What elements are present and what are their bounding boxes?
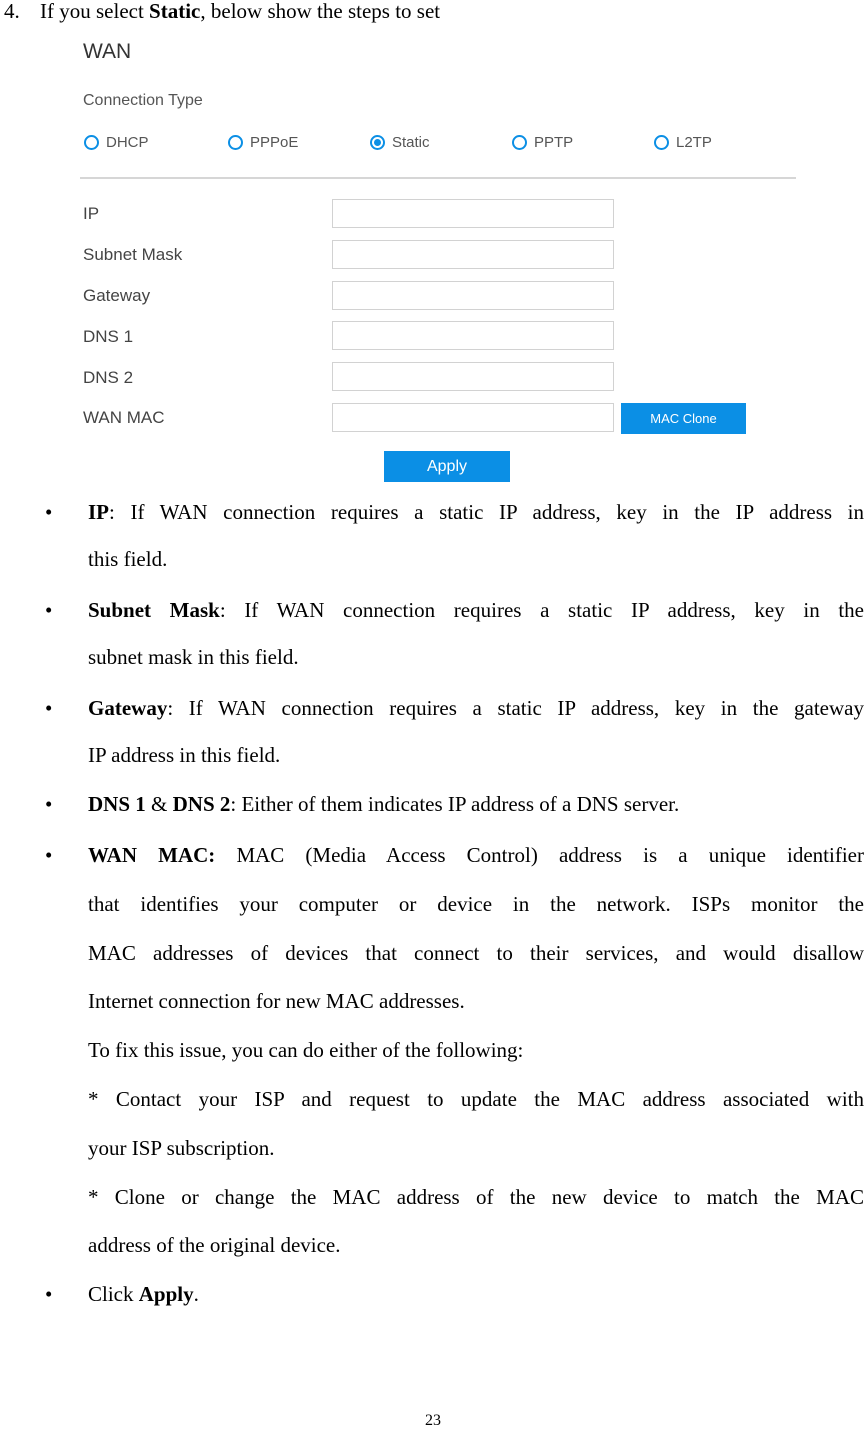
wanmac-fix-option2-line2: address of the original device. <box>88 1233 341 1257</box>
panel-title: WAN <box>83 40 132 63</box>
dns2-term: DNS 2 <box>172 792 231 816</box>
wan-mac-label: WAN MAC <box>83 408 165 427</box>
page-number: 23 <box>425 1412 441 1429</box>
wanmac-fix-option1-line2: your ISP subscription. <box>88 1136 275 1160</box>
radio-circle-icon <box>654 134 669 150</box>
radio-circle-icon <box>512 134 527 150</box>
radio-static[interactable]: Static <box>370 133 430 151</box>
ampersand: & <box>145 792 173 816</box>
gateway-text: : If WAN connection requires a static IP… <box>167 696 864 720</box>
dns2-input[interactable] <box>332 362 614 391</box>
ip-description-line1: IP: If WAN connection requires a static … <box>88 500 864 525</box>
bullet-icon: • <box>45 598 53 622</box>
subnet-mask-label: Subnet Mask <box>83 245 183 264</box>
radio-label: Static <box>392 133 430 151</box>
wan-settings-panel: WAN Connection Type DHCP PPPoE Static PP… <box>0 0 866 490</box>
radio-circle-icon <box>84 134 99 150</box>
mac-clone-button[interactable]: MAC Clone <box>621 403 746 434</box>
dns1-input[interactable] <box>332 321 614 350</box>
connection-type-label: Connection Type <box>83 92 203 109</box>
apply-term: Apply <box>138 1282 194 1306</box>
wanmac-fix-option2-line1: * Clone or change the MAC address of the… <box>88 1185 864 1209</box>
radio-selected-icon <box>370 134 385 150</box>
wanmac-description-line2: that identifies your computer or device … <box>88 892 864 916</box>
radio-circle-icon <box>228 134 243 150</box>
apply-prefix: Click <box>88 1282 139 1306</box>
wanmac-fix-intro: To fix this issue, you can do either of … <box>88 1038 524 1062</box>
ip-label: IP <box>83 204 100 223</box>
radio-label: PPPoE <box>250 133 299 151</box>
dns1-label: DNS 1 <box>83 327 134 346</box>
wanmac-description-line3: MAC addresses of devices that connect to… <box>88 941 864 965</box>
gateway-description-line1: Gateway: If WAN connection requires a st… <box>88 696 864 721</box>
subnet-description-line1: Subnet Mask: If WAN connection requires … <box>88 598 864 623</box>
section-divider <box>80 177 796 179</box>
dns1-term: DNS 1 <box>88 792 146 816</box>
apply-button[interactable]: Apply <box>384 451 510 482</box>
bullet-icon: • <box>45 843 53 867</box>
radio-l2tp[interactable]: L2TP <box>654 133 712 151</box>
wan-mac-input[interactable] <box>332 403 614 432</box>
wanmac-fix-option1-line1: * Contact your ISP and request to update… <box>88 1087 864 1111</box>
subnet-description-line2: subnet mask in this field. <box>88 645 299 669</box>
dns2-label: DNS 2 <box>83 368 134 387</box>
radio-label: DHCP <box>106 133 149 151</box>
ip-term: IP <box>88 500 109 524</box>
click-apply-instruction: Click Apply. <box>88 1282 864 1307</box>
dns-description: DNS 1 & DNS 2: Either of them indicates … <box>88 792 864 817</box>
radio-pppoe[interactable]: PPPoE <box>228 133 298 151</box>
bullet-icon: • <box>45 500 53 524</box>
ip-description-line2: this field. <box>88 547 168 571</box>
gateway-input[interactable] <box>332 281 614 310</box>
bullet-icon: • <box>45 792 53 816</box>
wanmac-description-line1: WAN MAC: MAC (Media Access Control) addr… <box>88 843 864 868</box>
radio-dhcp[interactable]: DHCP <box>84 133 149 151</box>
radio-label: PPTP <box>534 133 574 151</box>
ip-input[interactable] <box>332 199 614 228</box>
apply-suffix: . <box>193 1282 199 1306</box>
gateway-description-line2: IP address in this field. <box>88 743 281 767</box>
subnet-text: : If WAN connection requires a static IP… <box>219 598 864 622</box>
wanmac-text: MAC (Media Access Control) address is a … <box>215 843 864 867</box>
subnet-mask-input[interactable] <box>332 240 614 269</box>
gateway-label: Gateway <box>83 286 151 305</box>
wanmac-term: WAN MAC: <box>88 843 216 867</box>
subnet-term: Subnet Mask <box>88 598 220 622</box>
bullet-icon: • <box>45 1282 53 1306</box>
wanmac-description-line4: Internet connection for new MAC addresse… <box>88 989 465 1013</box>
bullet-icon: • <box>45 696 53 720</box>
radio-pptp[interactable]: PPTP <box>512 133 573 151</box>
ip-text: : If WAN connection requires a static IP… <box>109 500 864 524</box>
dns-text: : Either of them indicates IP address of… <box>230 792 680 816</box>
gateway-term: Gateway <box>88 696 168 720</box>
radio-label: L2TP <box>676 133 712 151</box>
